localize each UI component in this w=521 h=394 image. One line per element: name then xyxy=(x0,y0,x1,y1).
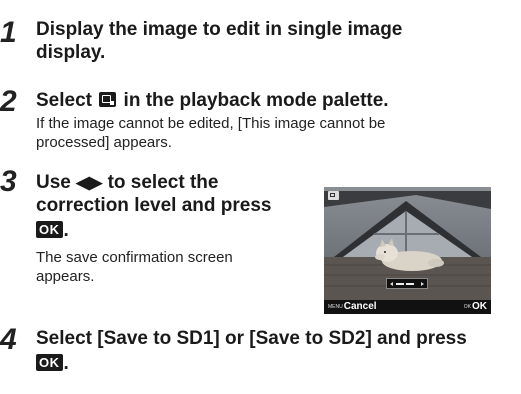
image-edit-palette-icon xyxy=(99,92,117,107)
slider-left-arrow-icon xyxy=(390,282,393,286)
camera-bottom-bar: MENUCancel OKOK xyxy=(324,300,491,314)
ok-button-icon: OK xyxy=(36,221,63,238)
image-edit-icon xyxy=(328,191,339,200)
cancel-button[interactable]: MENUCancel xyxy=(328,301,377,313)
ok-button[interactable]: OKOK xyxy=(464,301,487,313)
correction-level-slider[interactable] xyxy=(386,278,428,289)
menu-button-tag: MENU xyxy=(328,304,343,310)
step-number: 2 xyxy=(0,85,17,118)
step-heading: Use ◀▶ to select the correction level an… xyxy=(36,172,272,241)
step-number: 3 xyxy=(0,165,17,198)
slider-right-arrow-icon xyxy=(421,282,424,286)
step-heading: Select [Save to SD1] or [Save to SD2] an… xyxy=(36,328,467,374)
step-number: 1 xyxy=(0,16,17,49)
left-right-arrows-icon: ◀▶ xyxy=(76,173,103,192)
step-body: The save confirmation screen appears. xyxy=(36,249,233,285)
step-number: 4 xyxy=(0,323,17,356)
ok-button-tag: OK xyxy=(463,304,471,310)
step-heading: Display the image to edit in single imag… xyxy=(36,19,403,63)
step-body: If the image cannot be edited, [This ima… xyxy=(36,115,386,151)
camera-screen: MENUCancel OKOK xyxy=(324,187,491,314)
ok-button-icon: OK xyxy=(36,354,63,371)
step-heading: Select in the playback mode palette. xyxy=(36,90,389,111)
